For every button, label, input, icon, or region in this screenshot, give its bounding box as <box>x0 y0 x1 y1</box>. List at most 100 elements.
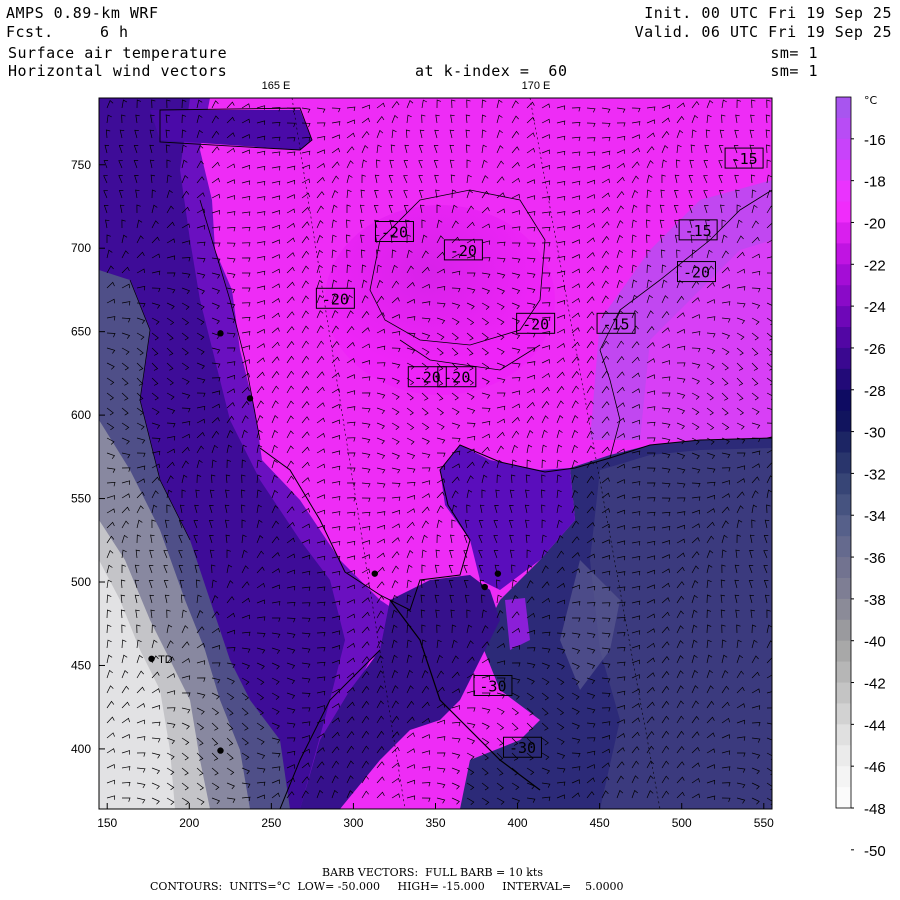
station-marker <box>371 570 378 577</box>
x-tick-label: 550 <box>754 816 774 830</box>
fcst-value: 6 h <box>100 23 129 41</box>
colorbar-label: -30 <box>864 425 886 442</box>
colorbar-swatch <box>836 619 851 642</box>
colorbar-swatch <box>836 431 851 453</box>
x-tick-label: 350 <box>425 816 445 830</box>
y-tick-label: 550 <box>71 492 91 506</box>
contour-label: -20 <box>450 242 477 260</box>
colorbar-label: -22 <box>864 257 886 274</box>
x-tick-label: 200 <box>179 816 199 830</box>
colorbar-swatch <box>836 180 851 203</box>
colorbar-swatch <box>836 473 851 495</box>
colorbar-label: -50 <box>864 843 886 860</box>
x-tick-label: 450 <box>590 816 610 830</box>
colorbar-swatch <box>836 536 851 558</box>
x-tick-label: 400 <box>508 816 528 830</box>
contour-label: -20 <box>322 290 349 308</box>
station-marker <box>246 395 254 402</box>
colorbar-swatch <box>836 494 851 516</box>
contour-label: -30 <box>479 677 506 695</box>
init-time: Init. 00 UTC Fri 19 Sep 25 <box>644 4 892 22</box>
colorbar-swatch <box>836 327 851 349</box>
colorbar-swatch <box>836 222 851 244</box>
x-tick-label: 250 <box>261 816 281 830</box>
colorbar-swatch <box>836 766 851 788</box>
level-label: at k-index = 60 <box>415 62 568 80</box>
y-tick-label: 500 <box>71 575 91 589</box>
y-tick-label: 600 <box>71 408 91 422</box>
sm-label-1: sm= 1 <box>770 44 818 62</box>
colorbar-swatch <box>836 159 851 182</box>
y-tick-label: 650 <box>71 325 91 339</box>
colorbar-swatch <box>836 410 851 433</box>
colorbar-swatch <box>836 515 851 537</box>
colorbar-swatch <box>836 640 851 663</box>
colorbar-label: -32 <box>864 466 886 483</box>
station-marker <box>217 747 224 754</box>
x-tick-label: 300 <box>343 816 363 830</box>
sm-label-2: sm= 1 <box>770 62 818 80</box>
contour-label: -30 <box>509 739 536 757</box>
colorbar-swatch <box>836 724 851 746</box>
colorbar-label: -28 <box>864 383 886 400</box>
map-figure: -20-20-20-20-20 -20-15-15-15-20-30-30 TD … <box>71 80 886 860</box>
colorbar-swatch <box>836 452 851 474</box>
colorbar-label: -36 <box>864 550 886 567</box>
colorbar-label: -46 <box>864 759 886 776</box>
contour-label: -20 <box>443 369 470 387</box>
colorbar-swatch <box>836 787 851 809</box>
contour-label: -15 <box>685 222 712 240</box>
x-tick-label: 500 <box>672 816 692 830</box>
x-tick-label: 150 <box>97 816 117 830</box>
y-tick-label: 750 <box>71 158 91 172</box>
station-label: TD <box>158 654 173 666</box>
model-title: AMPS 0.89-km WRF <box>6 4 159 22</box>
colorbar-swatch <box>836 389 851 412</box>
colorbar-label: -34 <box>864 508 886 525</box>
colorbar-swatch <box>836 306 851 328</box>
temperature-field: -20-20-20-20-20 -20-15-15-15-20-30-30 TD <box>99 98 772 809</box>
contour-label: -20 <box>522 315 549 333</box>
colorbar-label: -44 <box>864 717 886 734</box>
footer-contours: CONTOURS: UNITS=°C LOW= -50.000 HIGH= -1… <box>150 880 624 893</box>
longitude-labels: 165 E 170 E <box>262 80 551 92</box>
contour-label: -20 <box>414 369 441 387</box>
station-marker <box>481 583 488 591</box>
colorbar-swatch <box>836 97 851 119</box>
y-tick-label: 700 <box>71 241 91 255</box>
colorbar-label: -42 <box>864 676 886 693</box>
colorbar-swatch <box>836 117 851 140</box>
station-marker <box>217 330 224 337</box>
colorbar-swatch <box>836 745 851 767</box>
lon-label: 165 E <box>262 80 291 92</box>
colorbar-swatch <box>836 703 851 725</box>
colorbar-swatch <box>836 577 851 600</box>
colorbar-swatch <box>836 264 851 286</box>
colorbar-label: -24 <box>864 299 886 316</box>
colorbar-label: -40 <box>864 634 886 651</box>
colorbar-label: -20 <box>864 215 886 232</box>
station-marker <box>494 570 502 577</box>
colorbar-label: -38 <box>864 592 886 609</box>
colorbar-label: -18 <box>864 174 886 191</box>
colorbar-label: -48 <box>864 801 886 818</box>
colorbar-label: -26 <box>864 341 886 358</box>
y-tick-label: 400 <box>71 742 91 756</box>
colorbar-swatch <box>836 201 851 223</box>
colorbar-swatch <box>836 243 851 265</box>
colorbar-label: -16 <box>864 132 886 149</box>
colorbar-swatch <box>836 682 851 704</box>
colorbar-swatch <box>836 557 851 579</box>
colorbar: -16 -18 -20 -22 -24 -26 -28 -30 -32 -34 -36 -38 -40 -… <box>835 96 886 860</box>
colorbar-swatch <box>836 138 851 161</box>
colorbar-swatch <box>836 598 851 621</box>
contour-label: -20 <box>683 264 710 282</box>
fcst-label: Fcst. <box>6 23 54 41</box>
field2-title: Horizontal wind vectors <box>8 62 228 80</box>
station-marker <box>148 655 155 662</box>
lon-label: 170 E <box>522 80 551 92</box>
colorbar-swatch <box>836 285 851 307</box>
y-tick-label: 450 <box>71 658 91 672</box>
colorbar-swatch <box>836 661 851 684</box>
contour-label: -15 <box>731 150 758 168</box>
